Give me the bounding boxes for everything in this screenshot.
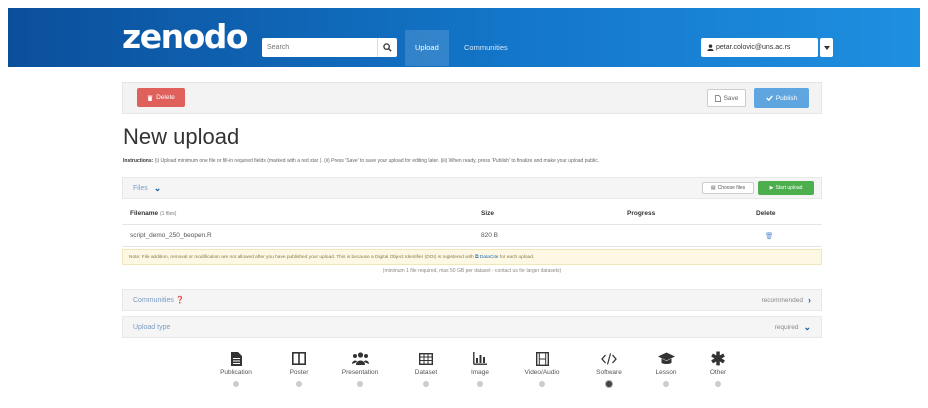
- file-icon: [714, 94, 721, 102]
- column-delete: Delete: [756, 210, 776, 217]
- files-panel-title: Files: [133, 184, 148, 192]
- delete-button[interactable]: Delete: [137, 88, 185, 107]
- radio-software[interactable]: [606, 381, 612, 387]
- communities-title: Communities: [133, 296, 174, 304]
- user-menu-button[interactable]: petar.colovic@uns.ac.rs: [701, 38, 818, 57]
- upload-type-image[interactable]: Image: [450, 350, 510, 387]
- radio-other[interactable]: [715, 381, 721, 387]
- table-header: Filename (1 files) Size Progress Delete: [122, 203, 822, 225]
- upload-type-other[interactable]: ✱ Other: [688, 350, 748, 387]
- user-icon: [707, 44, 714, 51]
- play-circle-icon: ▶: [769, 185, 774, 191]
- instructions-text: (i) Upload minimum one file or fill-in r…: [154, 158, 600, 164]
- choose-files-button[interactable]: ▤ Choose files: [702, 182, 754, 194]
- group-icon: [330, 350, 390, 367]
- bar-chart-icon: [450, 350, 510, 367]
- upload-type-video-audio[interactable]: Video/Audio: [512, 350, 572, 387]
- datacite-link[interactable]: ⧉ DataCite: [475, 255, 498, 260]
- upload-type-lesson[interactable]: Lesson: [636, 350, 696, 387]
- search-box: [262, 38, 397, 57]
- save-button[interactable]: Save: [707, 89, 746, 107]
- upload-type-status: required ⌄: [774, 321, 811, 332]
- film-icon: [512, 350, 572, 367]
- folder-icon: ▤: [710, 185, 716, 191]
- trash-icon: [147, 95, 153, 101]
- nav-upload[interactable]: Upload: [405, 30, 449, 66]
- search-icon: [383, 43, 392, 52]
- upload-type-options: Publication Poster Presentation Dataset …: [210, 350, 740, 400]
- upload-type-poster[interactable]: Poster: [269, 350, 329, 387]
- code-icon: [579, 350, 639, 367]
- column-progress: Progress: [627, 210, 656, 217]
- communities-status: recommended ›: [761, 295, 811, 305]
- upload-type-presentation[interactable]: Presentation: [330, 350, 390, 387]
- question-circle-icon: ❓: [175, 297, 185, 304]
- file-size: 820 B: [481, 232, 498, 239]
- chevron-right-icon: ›: [808, 295, 811, 305]
- upload-type-dataset[interactable]: Dataset: [396, 350, 456, 387]
- radio-publication[interactable]: [233, 381, 239, 387]
- radio-poster[interactable]: [296, 381, 302, 387]
- radio-dataset[interactable]: [423, 381, 429, 387]
- caret-down-icon: [823, 45, 830, 50]
- table-row: script_demo_250_beopen.R 820 B 🗑: [122, 225, 822, 247]
- radio-presentation[interactable]: [357, 381, 363, 387]
- asterisk-icon: ✱: [710, 348, 726, 369]
- search-input[interactable]: [262, 38, 377, 57]
- file-limit-text: (minimum 1 file required, max 50 GB per …: [382, 268, 562, 274]
- start-upload-button[interactable]: ▶ Start upload: [758, 181, 814, 195]
- instructions-label: Instructions:: [123, 158, 154, 164]
- files-table: Filename (1 files) Size Progress Delete …: [122, 203, 822, 247]
- user-dropdown-toggle[interactable]: [820, 38, 833, 57]
- columns-icon: [269, 350, 329, 367]
- radio-image[interactable]: [477, 381, 483, 387]
- delete-file-icon[interactable]: 🗑: [765, 232, 773, 240]
- instructions: Instructions: (i) Upload minimum one fil…: [123, 158, 823, 164]
- user-email: petar.colovic@uns.ac.rs: [716, 44, 791, 51]
- top-navbar: zenodo Upload Communities petar.colovic@…: [8, 8, 920, 67]
- column-size: Size: [481, 210, 495, 217]
- search-button[interactable]: [377, 38, 397, 57]
- file-icon: [206, 350, 266, 367]
- doi-note: Note: File addition, removal or modifica…: [122, 249, 822, 265]
- file-name: script_demo_250_beopen.R: [130, 232, 212, 239]
- graduation-cap-icon: [636, 350, 696, 367]
- table-icon: [396, 350, 456, 367]
- zenodo-logo[interactable]: zenodo: [122, 18, 249, 56]
- nav-communities[interactable]: Communities: [454, 30, 518, 66]
- radio-lesson[interactable]: [663, 381, 669, 387]
- chevron-down-icon: ⌄: [803, 321, 811, 332]
- communities-panel-header[interactable]: Communities ❓ recommended ›: [122, 289, 822, 311]
- chevron-down-icon: ⌄: [153, 182, 162, 193]
- upload-type-panel-header[interactable]: Upload type required ⌄: [122, 316, 822, 338]
- radio-video-audio[interactable]: [539, 381, 545, 387]
- upload-type-software[interactable]: Software: [579, 350, 639, 387]
- publish-button[interactable]: Publish: [754, 88, 809, 108]
- page-title: New upload: [123, 124, 240, 149]
- upload-type-title: Upload type: [133, 323, 171, 331]
- column-filename: Filename (1 files): [130, 210, 177, 217]
- check-icon: [766, 95, 773, 101]
- upload-type-publication[interactable]: Publication: [206, 350, 266, 387]
